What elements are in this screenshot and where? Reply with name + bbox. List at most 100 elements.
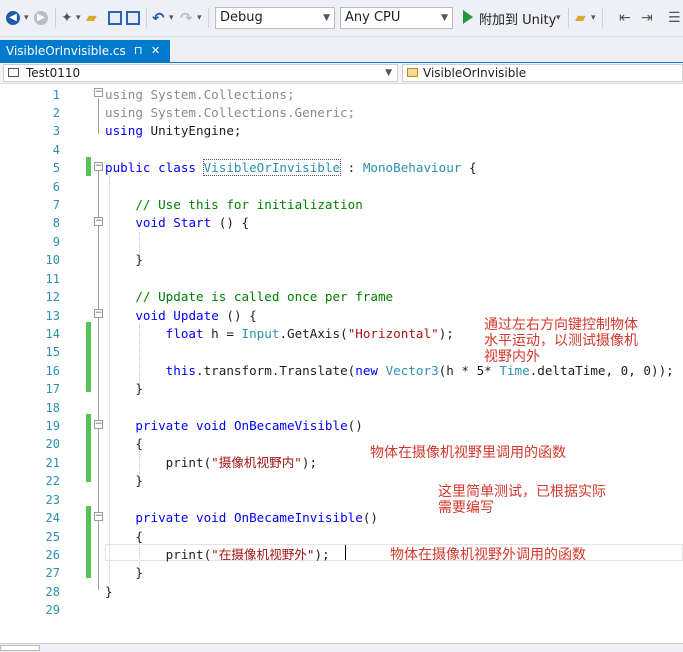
line-number: 28 bbox=[45, 584, 60, 599]
undo-dropdown-icon[interactable]: ▾ bbox=[169, 13, 174, 23]
toolbar: ◀ ▾ ▶ ✦ ▾ ▰ ↶ ▾ ↷ ▾ Debug ▼ Any CPU ▼ 附加… bbox=[0, 0, 683, 37]
code-token: () bbox=[362, 510, 379, 526]
back-button[interactable]: ◀ bbox=[6, 9, 20, 27]
code-token: h = bbox=[203, 325, 242, 341]
line-number: 12 bbox=[45, 290, 60, 305]
redo-dropdown-icon[interactable]: ▾ bbox=[197, 13, 202, 23]
forward-arrow-icon: ▶ bbox=[34, 11, 48, 25]
code-token: } bbox=[105, 565, 143, 581]
class-select-value: VisibleOrInvisible bbox=[423, 66, 527, 80]
code-text: print("在摄像机视野外"); bbox=[105, 546, 330, 564]
redo-button[interactable]: ↷ bbox=[180, 9, 193, 27]
class-select[interactable]: VisibleOrInvisible bbox=[402, 64, 683, 82]
code-token: void bbox=[135, 215, 166, 231]
code-text: // Use this for initialization bbox=[105, 196, 362, 214]
line-number: 4 bbox=[52, 142, 60, 157]
project-select-value: Test0110 bbox=[26, 66, 81, 80]
code-line: 5 public class VisibleOrInvisible : MonoB… bbox=[0, 159, 683, 177]
open-file-button[interactable]: ▰ bbox=[86, 9, 97, 27]
code-token: private void bbox=[135, 510, 227, 526]
line-number: 25 bbox=[45, 529, 60, 544]
line-number: 19 bbox=[45, 419, 60, 434]
line-number: 23 bbox=[45, 492, 60, 507]
code-editor[interactable]: − − − − − − 1 using System.Collections; 2 u… bbox=[0, 84, 683, 651]
chevron-down-icon: ▼ bbox=[385, 68, 392, 78]
project-select[interactable]: Test0110 ▼ bbox=[3, 64, 398, 82]
code-token: () { bbox=[218, 307, 257, 323]
code-token: (h * 5* bbox=[438, 362, 500, 378]
solution-configuration-select[interactable]: Debug ▼ bbox=[215, 7, 335, 29]
attach-dropdown-icon[interactable]: ▾ bbox=[556, 13, 561, 23]
line-number: 17 bbox=[45, 382, 60, 397]
code-token: } bbox=[105, 583, 113, 599]
code-text: // Update is called once per frame bbox=[105, 288, 393, 306]
save-all-button[interactable] bbox=[126, 9, 140, 27]
new-project-dropdown-icon[interactable]: ▾ bbox=[76, 13, 81, 23]
code-line: 19 private void OnBecameVisible() bbox=[0, 417, 683, 435]
code-token: UnityEngine; bbox=[142, 123, 242, 139]
project-icon bbox=[8, 68, 19, 77]
comment-button[interactable]: ☰ bbox=[668, 9, 681, 27]
toolbar-separator bbox=[208, 8, 209, 28]
code-token: { bbox=[105, 436, 143, 452]
line-number: 6 bbox=[52, 179, 60, 194]
line-number: 11 bbox=[45, 271, 60, 286]
play-icon[interactable] bbox=[463, 10, 473, 24]
code-token: using System.Collections; bbox=[105, 86, 295, 102]
annotation-visible-note: 物体在摄像机视野里调用的函数 bbox=[370, 445, 566, 461]
code-token: } bbox=[105, 381, 143, 397]
redo-icon: ↷ bbox=[180, 9, 193, 27]
code-token: Input bbox=[241, 325, 280, 341]
outdent-button[interactable]: ⇥ bbox=[641, 9, 653, 27]
line-number: 21 bbox=[45, 455, 60, 470]
code-text: { bbox=[105, 528, 143, 546]
line-number: 26 bbox=[45, 548, 60, 562]
new-project-button[interactable]: ✦ bbox=[61, 9, 73, 27]
code-token: Start bbox=[173, 215, 212, 231]
line-number: 10 bbox=[45, 253, 60, 268]
code-line: 17 } bbox=[0, 380, 683, 398]
pin-icon[interactable]: ⊓ bbox=[134, 40, 143, 62]
toolbar-separator bbox=[146, 8, 147, 28]
browse-icon: ▰ bbox=[575, 10, 586, 26]
save-button[interactable] bbox=[108, 9, 122, 27]
zoom-level-select[interactable] bbox=[0, 645, 40, 651]
browse-button[interactable]: ▰ bbox=[575, 9, 586, 27]
solution-platform-value: Any CPU bbox=[345, 10, 401, 25]
annotation-line: 视野内外 bbox=[484, 349, 540, 365]
line-number: 13 bbox=[45, 308, 60, 323]
indent-button[interactable]: ⇤ bbox=[619, 9, 631, 27]
attach-to-unity-button[interactable]: 附加到 Unity bbox=[479, 9, 556, 28]
line-number: 1 bbox=[52, 87, 60, 102]
line-number: 2 bbox=[52, 105, 60, 120]
solution-platform-select[interactable]: Any CPU ▼ bbox=[340, 7, 453, 29]
toolbar-separator bbox=[602, 8, 603, 28]
folder-icon: ▰ bbox=[86, 10, 97, 26]
code-token: } bbox=[105, 252, 143, 268]
line-number: 18 bbox=[45, 400, 60, 415]
code-token: VisibleOrInvisible bbox=[202, 159, 342, 177]
close-icon[interactable]: ✕ bbox=[151, 40, 160, 62]
line-number: 29 bbox=[45, 603, 60, 618]
code-line: 18 bbox=[0, 399, 683, 417]
browse-dropdown-icon[interactable]: ▾ bbox=[591, 13, 596, 23]
annotation-line: 这里简单测试，已根据实际 bbox=[438, 484, 606, 500]
chevron-down-icon: ▼ bbox=[323, 13, 330, 23]
undo-button[interactable]: ↶ bbox=[152, 9, 165, 27]
code-text: } bbox=[105, 472, 143, 490]
code-line: 29 bbox=[0, 601, 683, 619]
back-dropdown-arrow-icon[interactable]: ▾ bbox=[24, 13, 29, 23]
new-project-icon: ✦ bbox=[61, 10, 73, 26]
code-line: 27 } bbox=[0, 564, 683, 582]
line-number: 9 bbox=[52, 234, 60, 249]
back-arrow-icon: ◀ bbox=[6, 11, 20, 25]
forward-button[interactable]: ▶ bbox=[34, 9, 48, 27]
code-text: } bbox=[105, 251, 143, 269]
code-line: 8 void Start () { bbox=[0, 214, 683, 232]
code-line: 9 bbox=[0, 233, 683, 251]
tab-visibleorinvisible[interactable]: VisibleOrInvisible.cs ⊓ ✕ bbox=[0, 40, 170, 62]
tab-label: VisibleOrInvisible.cs bbox=[6, 44, 126, 58]
